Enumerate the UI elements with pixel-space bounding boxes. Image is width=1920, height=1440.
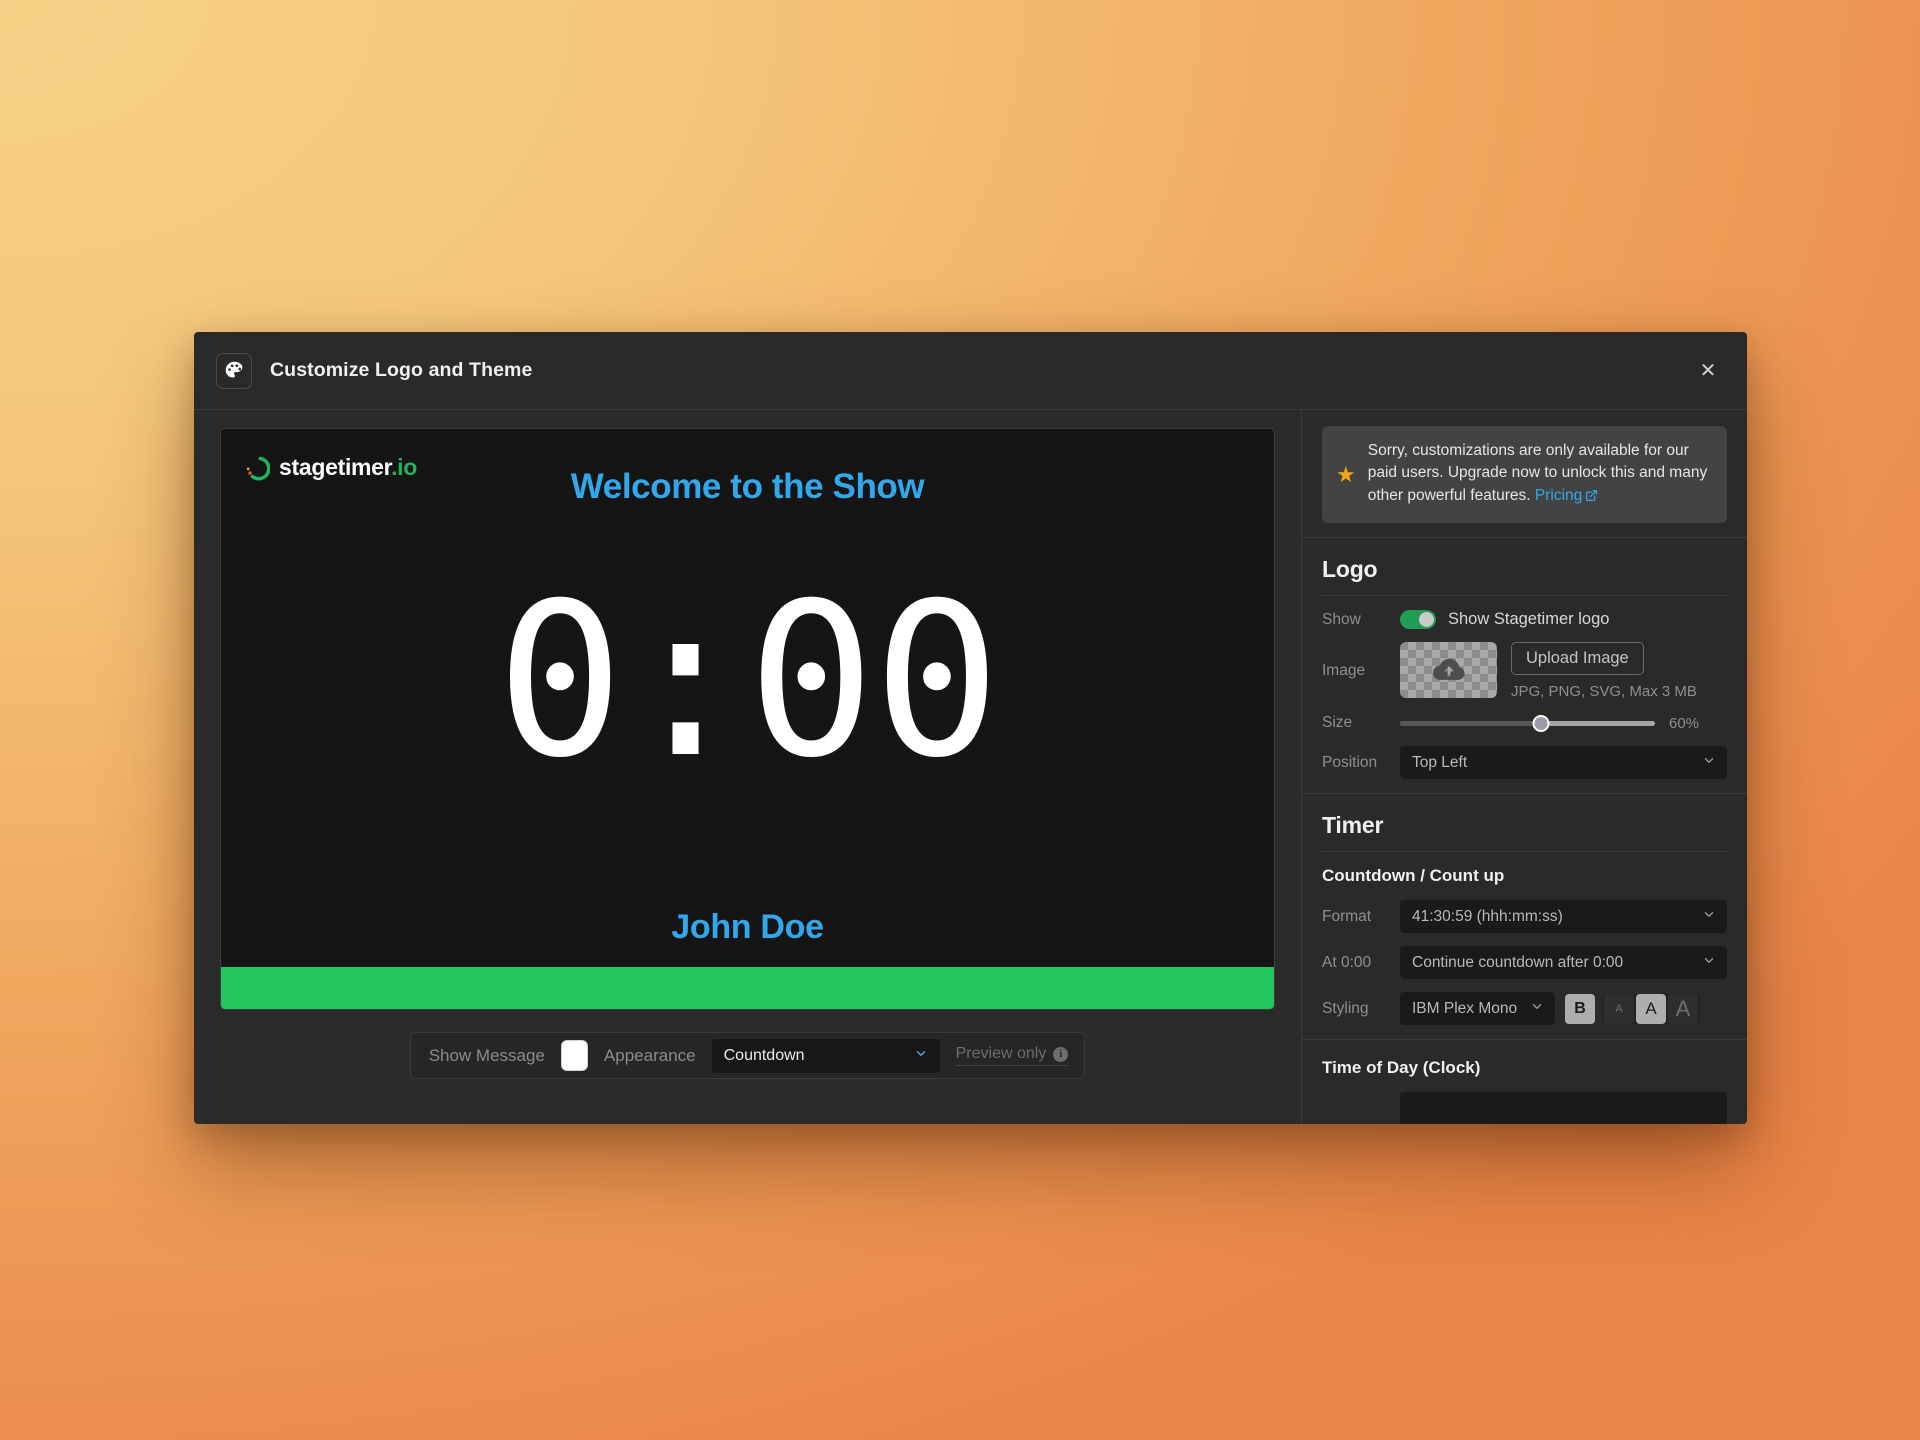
logo-size-slider[interactable] — [1400, 713, 1655, 733]
preview-speaker-name: John Doe — [671, 908, 824, 946]
slider-track-filled — [1400, 720, 1541, 726]
preview-only-label: Preview only — [955, 1045, 1047, 1062]
timer-preview-screen: stagetimer.io Welcome to the Show 0:00 J… — [220, 428, 1275, 1010]
font-size-large-button[interactable]: A — [1668, 993, 1698, 1024]
logo-image-dropzone[interactable] — [1400, 642, 1497, 699]
modal-body: stagetimer.io Welcome to the Show 0:00 J… — [194, 410, 1747, 1124]
settings-pane: ★ Sorry, customizations are only availab… — [1301, 410, 1747, 1124]
logo-section: Logo Show Show Stagetimer logo Image Upl… — [1302, 537, 1747, 793]
pricing-link-label: Pricing — [1534, 486, 1583, 504]
appearance-select[interactable]: Countdown — [711, 1038, 940, 1073]
clock-format-select[interactable] — [1400, 1092, 1727, 1124]
preview-message-title: Welcome to the Show — [570, 467, 925, 506]
show-stagetimer-logo-toggle[interactable] — [1400, 610, 1436, 630]
upgrade-notice: ★ Sorry, customizations are only availab… — [1322, 426, 1727, 524]
clock-section-heading: Time of Day (Clock) — [1322, 1058, 1481, 1078]
chevron-down-icon — [914, 1046, 928, 1065]
font-size-medium-button[interactable]: A — [1636, 993, 1666, 1024]
chevron-down-icon — [1702, 953, 1716, 972]
timer-format-label: Format — [1322, 907, 1372, 925]
show-message-label: Show Message — [428, 1045, 545, 1065]
logo-section-heading: Logo — [1322, 556, 1727, 597]
upgrade-notice-text: Sorry, customizations are only available… — [1368, 440, 1711, 509]
font-size-small-button[interactable]: A — [1604, 993, 1634, 1024]
upload-image-hint: JPG, PNG, SVG, Max 3 MB — [1511, 683, 1697, 701]
preview-only-hint[interactable]: Preview only i — [955, 1045, 1069, 1066]
timer-style-buttons: B A A A — [1565, 993, 1700, 1024]
upgrade-notice-wrap: ★ Sorry, customizations are only availab… — [1302, 410, 1747, 537]
countdown-subsection-heading: Countdown / Count up — [1322, 866, 1505, 886]
logo-position-label: Position — [1322, 753, 1378, 771]
timer-at-zero-label: At 0:00 — [1322, 953, 1372, 971]
star-icon: ★ — [1336, 461, 1356, 487]
cloud-upload-icon — [1432, 659, 1465, 681]
timer-format-row: Format 41:30:59 (hhh:mm:ss) — [1322, 900, 1727, 934]
logo-position-value: Top Left — [1412, 753, 1468, 771]
timer-section: Timer Countdown / Count up Format 41:30:… — [1302, 793, 1747, 1039]
timer-section-heading: Timer — [1322, 812, 1727, 853]
preview-toolbar: Show Message Appearance Countdown Previe… — [409, 1032, 1086, 1079]
page-title: Customize Logo and Theme — [270, 359, 533, 381]
toggle-knob — [1419, 612, 1434, 628]
customize-logo-theme-modal: Customize Logo and Theme ✕ stagetimer.io… — [194, 332, 1747, 1124]
show-stagetimer-logo-label: Show Stagetimer logo — [1448, 610, 1610, 629]
appearance-label: Appearance — [603, 1045, 696, 1065]
external-link-icon — [1585, 487, 1598, 509]
timer-format-value: 41:30:59 (hhh:mm:ss) — [1412, 907, 1563, 925]
timer-at-zero-row: At 0:00 Continue countdown after 0:00 — [1322, 946, 1727, 980]
preview-progress-bar — [221, 967, 1274, 1009]
chevron-down-icon — [1530, 999, 1544, 1018]
logo-size-label: Size — [1322, 714, 1353, 732]
logo-size-row: Size 60% — [1322, 713, 1727, 733]
timer-at-zero-select[interactable]: Continue countdown after 0:00 — [1400, 946, 1727, 980]
timer-styling-row: Styling IBM Plex Mono B A A A — [1322, 992, 1727, 1026]
preview-toolbar-wrap: Show Message Appearance Countdown Previe… — [220, 1010, 1275, 1079]
show-message-toggle[interactable] — [560, 1040, 588, 1071]
logo-position-row: Position Top Left — [1322, 746, 1727, 780]
modal-header: Customize Logo and Theme ✕ — [194, 332, 1747, 410]
bold-button[interactable]: B — [1565, 993, 1595, 1024]
pricing-link[interactable]: Pricing — [1535, 487, 1598, 504]
logo-position-select[interactable]: Top Left — [1400, 746, 1727, 780]
logo-size-value: 60% — [1669, 714, 1700, 732]
appearance-select-value: Countdown — [723, 1046, 805, 1064]
logo-show-label: Show — [1322, 610, 1361, 628]
preview-timer-value: 0:00 — [496, 557, 1001, 804]
timer-font-value: IBM Plex Mono — [1412, 999, 1518, 1017]
preview-pane: stagetimer.io Welcome to the Show 0:00 J… — [194, 410, 1301, 1124]
palette-icon — [216, 352, 252, 389]
timer-styling-label: Styling — [1322, 999, 1369, 1017]
close-icon[interactable]: ✕ — [1695, 358, 1721, 384]
logo-show-row: Show Show Stagetimer logo — [1322, 610, 1727, 630]
slider-thumb[interactable] — [1532, 714, 1550, 732]
timer-format-select[interactable]: 41:30:59 (hhh:mm:ss) — [1400, 900, 1727, 934]
font-size-group: A A A — [1602, 993, 1700, 1024]
clock-section: Time of Day (Clock) — [1302, 1039, 1747, 1124]
upload-image-button[interactable]: Upload Image — [1511, 642, 1644, 676]
logo-image-row: Image Upload Image JPG, PNG, SVG, Max 3 … — [1322, 642, 1727, 700]
chevron-down-icon — [1702, 907, 1716, 926]
logo-image-label: Image — [1322, 662, 1366, 680]
timer-font-select[interactable]: IBM Plex Mono — [1400, 992, 1555, 1026]
timer-at-zero-value: Continue countdown after 0:00 — [1412, 953, 1624, 971]
chevron-down-icon — [1702, 753, 1716, 772]
info-icon: i — [1053, 1046, 1069, 1062]
